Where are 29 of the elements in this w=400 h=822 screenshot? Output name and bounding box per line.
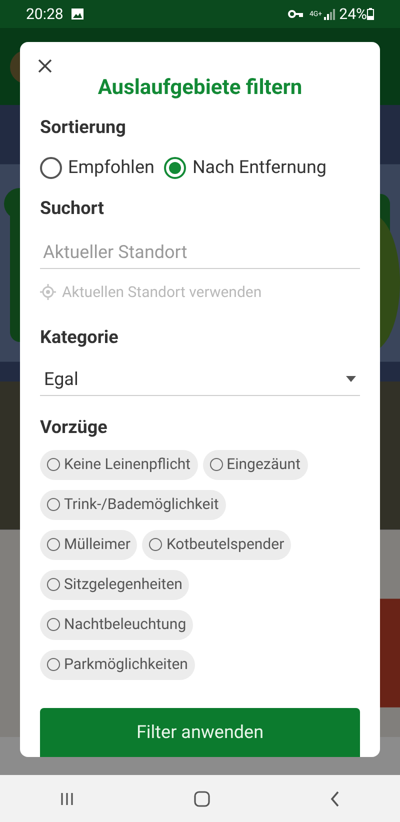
feature-chip[interactable]: Nachtbeleuchtung [40,610,194,640]
dialog-title: Auslaufgebiete filtern [96,75,304,102]
location-field[interactable]: Aktueller Standort [40,237,360,269]
sort-radio-option[interactable]: Nach Entfernung [164,154,327,181]
recent-apps-icon[interactable] [60,792,74,806]
battery-icon [367,8,374,20]
feature-chip[interactable]: Kotbeutelspender [142,530,292,560]
clock: 20:28 [26,4,64,25]
back-icon[interactable] [330,790,340,806]
feature-chip[interactable]: Sitzgelegenheiten [40,570,190,600]
close-icon [38,59,52,73]
section-heading: Suchort [40,197,105,221]
feature-chip[interactable]: Trink-/Bademöglichkeit [40,490,226,520]
battery-level: 24% [339,4,367,25]
feature-chip[interactable]: Keine Leinenpflicht [40,450,198,480]
sort-radio-option[interactable]: Empfohlen [40,154,154,181]
apply-filter-button[interactable]: Filter anwenden [40,708,360,757]
feature-chip[interactable]: Parkmöglichkeiten [40,650,195,680]
image-icon [71,8,84,20]
section-heading: Sortierung [40,116,127,140]
category-dropdown[interactable]: Egal [40,364,360,396]
home-icon[interactable] [194,790,210,806]
section-heading: Kategorie [40,326,120,350]
feature-chip[interactable]: Eingezäunt [202,450,308,480]
section-heading: Vorzüge [40,416,108,440]
key-icon [288,9,304,19]
location-target-icon [40,284,56,300]
feature-chip[interactable]: Mülleimer [40,530,138,560]
signal-icon [324,8,336,20]
